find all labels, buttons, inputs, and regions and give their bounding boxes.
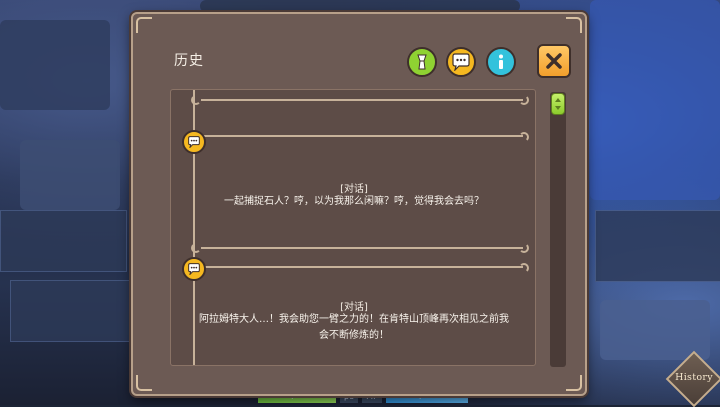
- chat-bubble-icon: [452, 53, 470, 71]
- scrollbar-thumb[interactable]: [551, 93, 565, 115]
- entry-divider: [201, 263, 529, 273]
- panel-corner-ornament: [566, 17, 582, 33]
- filter-brush-icon: [417, 54, 427, 70]
- history-button[interactable]: History: [665, 350, 720, 407]
- history-panel: 历史 [对话] 一起捕捉石人？哼，以为我那么闲嘛？哼，觉得我会去吗？ [对话] …: [131, 12, 587, 396]
- entry-tag: [对话]: [340, 184, 368, 195]
- entry-message: 阿拉姆特大人…！我会助您一臂之力的！在肯特山顶峰再次相见之前我: [199, 314, 509, 325]
- filter-button[interactable]: [407, 47, 437, 77]
- info-icon: [499, 54, 503, 69]
- entry-divider: [191, 243, 529, 253]
- entry-divider: [201, 132, 529, 142]
- close-button[interactable]: [537, 44, 571, 78]
- panel-corner-ornament: [136, 17, 152, 33]
- panel-corner-ornament: [136, 375, 152, 391]
- chat-bubble-icon: [188, 136, 200, 148]
- panel-title: 历史: [174, 53, 204, 69]
- history-list[interactable]: [对话] 一起捕捉石人？哼，以为我那么闲嘛？哼，觉得我会去吗？ [对话] 阿拉姆…: [170, 89, 536, 366]
- entry-type-badge: [182, 130, 206, 154]
- dialogue-filter-button[interactable]: [446, 47, 476, 77]
- list-scrollbar[interactable]: [550, 92, 566, 367]
- entry-message: 会不断修炼的！: [319, 330, 389, 341]
- entry-message: 一起捕捉石人？哼，以为我那么闲嘛？哼，觉得我会去吗？: [224, 196, 484, 207]
- chat-bubble-icon: [188, 263, 200, 275]
- info-button[interactable]: [486, 47, 516, 77]
- entry-tag: [对话]: [340, 302, 368, 313]
- entry-type-badge: [182, 257, 206, 281]
- entry-divider: [191, 95, 529, 105]
- close-x-icon: [546, 53, 562, 69]
- panel-corner-ornament: [566, 375, 582, 391]
- history-button-label: History: [675, 372, 713, 383]
